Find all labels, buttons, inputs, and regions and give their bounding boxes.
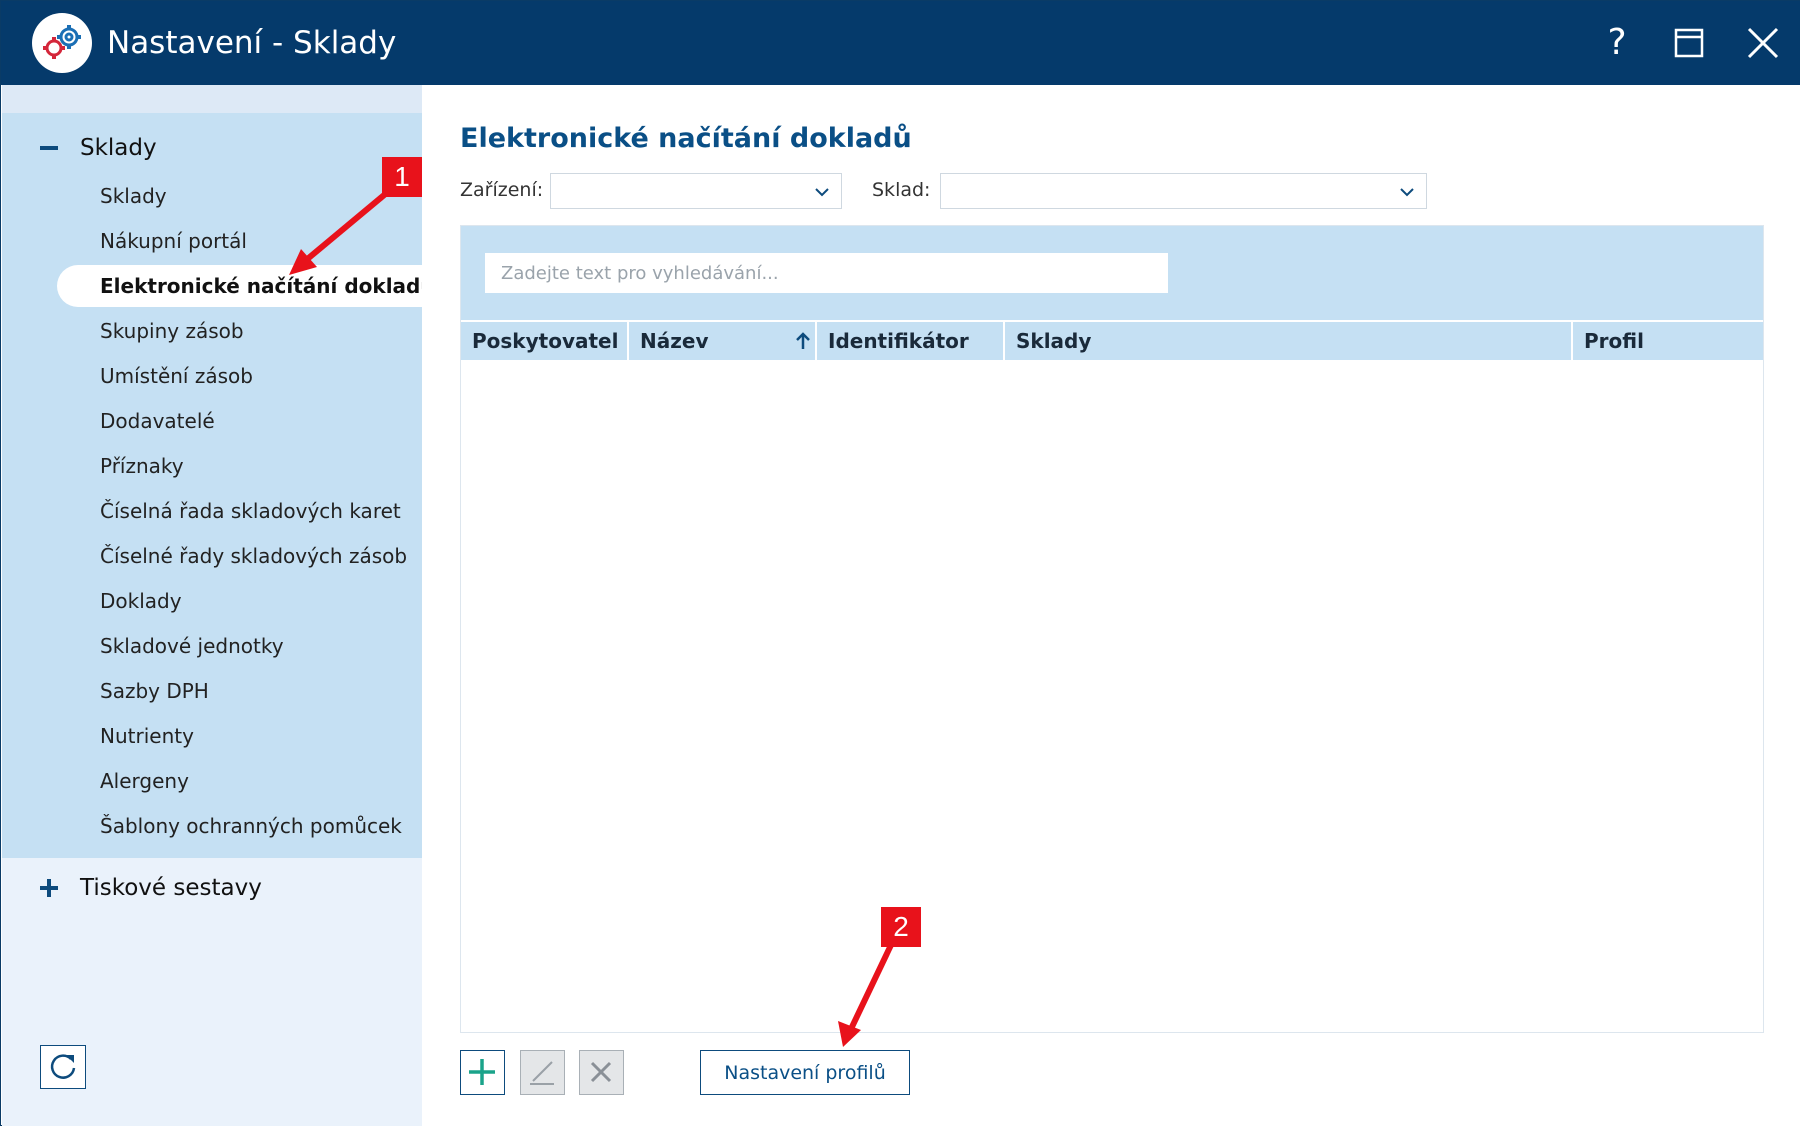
help-button[interactable]: ? xyxy=(1593,19,1641,67)
main-content: Elektronické načítání dokladů Zařízení: … xyxy=(422,85,1800,1126)
sidebar-item-label: Nutrienty xyxy=(100,724,194,748)
annotation-badge-1: 1 xyxy=(382,157,422,197)
sidebar-item-label: Skladové jednotky xyxy=(100,634,284,658)
sidebar-item-dodavatele[interactable]: Dodavatelé xyxy=(57,400,422,442)
sidebar-item-ciselna-rada-skladovych-karet[interactable]: Číselná řada skladových karet xyxy=(57,490,422,532)
chevron-down-icon xyxy=(815,188,829,197)
column-header-nazev[interactable]: Název xyxy=(629,322,817,360)
settings-gears-icon xyxy=(32,13,92,73)
sidebar-item-label: Sazby DPH xyxy=(100,679,209,703)
sidebar-item-label: Alergeny xyxy=(100,769,189,793)
sidebar-item-label: Sklady xyxy=(100,184,167,208)
refresh-icon xyxy=(50,1054,76,1079)
collapse-minus-icon[interactable] xyxy=(38,136,62,160)
sidebar-group-label: Sklady xyxy=(80,135,157,161)
sidebar-item-umisteni-zasob[interactable]: Umístění zásob xyxy=(57,355,422,397)
profile-settings-button[interactable]: Nastavení profilů xyxy=(700,1050,910,1095)
column-label: Identifikátor xyxy=(828,329,969,353)
sidebar-item-sklady[interactable]: Sklady xyxy=(57,175,422,217)
sidebar-item-label: Dodavatelé xyxy=(100,409,215,433)
sidebar-item-label: Skupiny zásob xyxy=(100,319,244,343)
annotation-badge-2: 2 xyxy=(881,907,921,947)
close-button[interactable] xyxy=(1739,19,1787,67)
sidebar-item-skupiny-zasob[interactable]: Skupiny zásob xyxy=(57,310,422,352)
delete-x-icon xyxy=(590,1061,612,1083)
sidebar-item-label: Umístění zásob xyxy=(100,364,253,388)
column-header-poskytovatel[interactable]: Poskytovatel xyxy=(461,322,629,360)
sidebar-group-label: Tiskové sestavy xyxy=(80,875,262,901)
expand-plus-icon[interactable] xyxy=(38,876,62,900)
plus-icon xyxy=(469,1059,495,1085)
add-button[interactable] xyxy=(460,1050,505,1095)
device-select[interactable] xyxy=(550,173,842,209)
sidebar-group-tiskove-sestavy[interactable]: Tiskové sestavy xyxy=(2,863,422,913)
close-icon xyxy=(1747,27,1779,59)
column-label: Poskytovatel xyxy=(472,329,619,353)
column-label: Název xyxy=(640,329,709,353)
sidebar-item-label: Doklady xyxy=(100,589,182,613)
delete-button[interactable] xyxy=(579,1050,624,1095)
column-header-sklady[interactable]: Sklady xyxy=(1005,322,1573,360)
refresh-button[interactable] xyxy=(40,1045,86,1089)
pencil-icon xyxy=(530,1061,554,1085)
sidebar-item-label: Elektronické načítání dokladů xyxy=(100,274,435,298)
title-bar: Nastavení - Sklady ? xyxy=(1,1,1800,85)
sidebar-group-panel-sklady: Sklady Sklady Nákupní portál Elektronick… xyxy=(2,113,435,858)
sort-ascending-icon xyxy=(796,332,810,349)
sidebar-item-alergeny[interactable]: Alergeny xyxy=(57,760,422,802)
sidebar-item-priznaky[interactable]: Příznaky xyxy=(57,445,422,487)
sidebar-group-sklady[interactable]: Sklady xyxy=(2,123,422,173)
sidebar-item-nutrienty[interactable]: Nutrienty xyxy=(57,715,422,757)
search-input[interactable] xyxy=(485,253,1168,293)
column-header-profil[interactable]: Profil xyxy=(1573,322,1763,360)
column-label: Profil xyxy=(1584,329,1644,353)
sidebar-item-elektronicke-nacitani-dokladu[interactable]: Elektronické načítání dokladů xyxy=(57,265,435,307)
column-header-identifikator[interactable]: Identifikátor xyxy=(817,322,1005,360)
sidebar-item-label: Nákupní portál xyxy=(100,229,247,253)
sidebar-top-strip xyxy=(2,85,422,113)
page-title: Elektronické načítání dokladů xyxy=(460,123,912,154)
data-grid: Poskytovatel Název Identifikátor Sklady xyxy=(460,225,1764,1033)
maximize-button[interactable] xyxy=(1665,19,1713,67)
sidebar-item-label: Šablony ochranných pomůcek xyxy=(100,814,402,838)
edit-button[interactable] xyxy=(520,1050,565,1095)
column-label: Sklady xyxy=(1016,329,1092,353)
chevron-down-icon xyxy=(1400,188,1414,197)
grid-header: Poskytovatel Název Identifikátor Sklady xyxy=(461,322,1763,360)
sidebar: Sklady Sklady Nákupní portál Elektronick… xyxy=(2,85,435,1126)
warehouse-label: Sklad: xyxy=(872,179,931,201)
sidebar-item-label: Příznaky xyxy=(100,454,184,478)
device-label: Zařízení: xyxy=(460,179,544,201)
sidebar-item-label: Číselné řady skladových zásob xyxy=(100,544,408,568)
settings-window: Nastavení - Sklady ? Sklady Sklady Nákup… xyxy=(0,0,1800,1126)
grid-search-bar xyxy=(461,226,1763,320)
warehouse-select[interactable] xyxy=(940,173,1427,209)
sidebar-item-doklady[interactable]: Doklady xyxy=(57,580,422,622)
sidebar-item-skladove-jednotky[interactable]: Skladové jednotky xyxy=(57,625,422,667)
sidebar-item-ciselne-rady-skladovych-zasob[interactable]: Číselné řady skladových zásob xyxy=(57,535,422,577)
sidebar-item-sazby-dph[interactable]: Sazby DPH xyxy=(57,670,422,712)
sidebar-item-sablony-ochrannych-pomucek[interactable]: Šablony ochranných pomůcek xyxy=(57,805,422,847)
window-title: Nastavení - Sklady xyxy=(107,25,397,61)
maximize-icon xyxy=(1674,28,1704,58)
sidebar-item-label: Číselná řada skladových karet xyxy=(100,499,401,523)
sidebar-item-nakupni-portal[interactable]: Nákupní portál xyxy=(57,220,422,262)
